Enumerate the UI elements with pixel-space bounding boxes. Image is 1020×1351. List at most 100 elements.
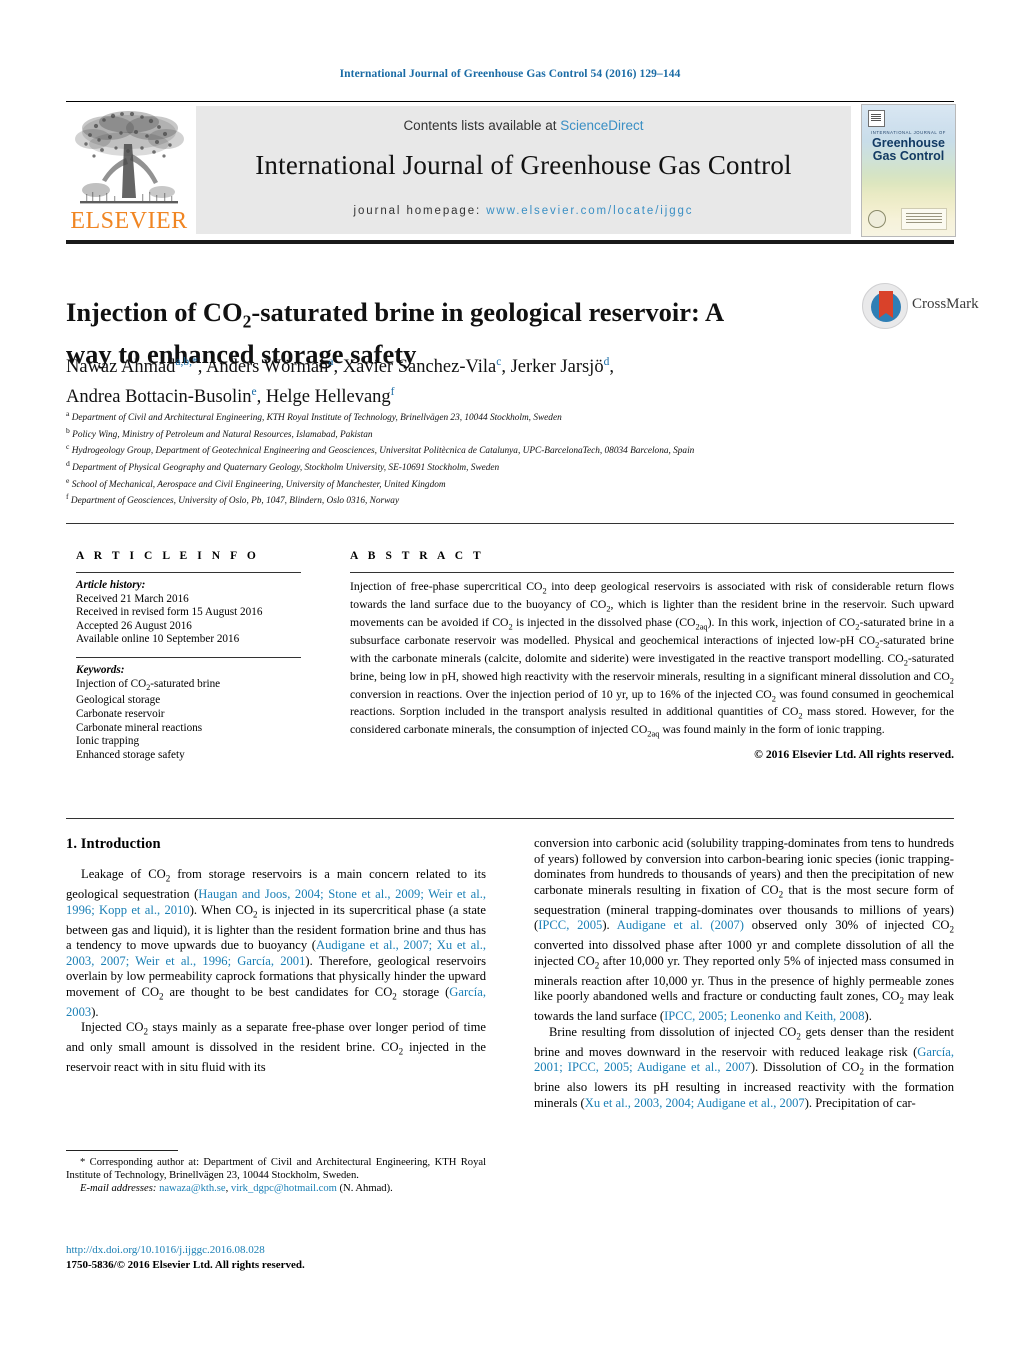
keyword-3: Carbonate mineral reactions <box>76 721 203 734</box>
cover-elsevier-mark-icon <box>868 110 885 127</box>
affiliation-list: a Department of Civil and Architectural … <box>66 408 866 508</box>
affiliation-d-mark: d <box>66 459 70 469</box>
author-3-name: Jerker Jarsjö <box>510 357 604 378</box>
info-band-bottom-rule <box>66 818 954 819</box>
affiliation-f: f Department of Geosciences, University … <box>66 491 866 508</box>
article-info-rule <box>76 572 301 573</box>
history-item-3: Available online 10 September 2016 <box>76 633 240 646</box>
affiliation-b: b Policy Wing, Ministry of Petroleum and… <box>66 425 866 442</box>
body-left-column: 1. Introduction Leakage of CO2 from stor… <box>66 836 486 1076</box>
author-2-name: Xavier Sanchez-Vila <box>342 357 497 378</box>
crossmark-circle-icon <box>862 283 908 329</box>
keyword-1: Geological storage <box>76 694 161 707</box>
author-4: Andrea Bottacin-Busoline <box>66 386 257 408</box>
article-info-column: A R T I C L E I N F O Article history: R… <box>76 550 301 762</box>
affiliation-c: c Hydrogeology Group, Department of Geot… <box>66 441 866 458</box>
citation-link[interactable]: Audigane et al., 2007; Xu et al., 2003, … <box>66 938 486 968</box>
author-4-name: Andrea Bottacin-Busolin <box>66 387 252 408</box>
doi-link[interactable]: http://dx.doi.org/10.1016/j.ijggc.2016.0… <box>66 1243 506 1258</box>
body-paragraph-right-0: conversion into carbonic acid (solubilit… <box>534 836 955 1024</box>
footnote-rule <box>66 1150 178 1151</box>
title-part-1: Injection of CO <box>66 296 243 327</box>
keyword-4: Ionic trapping <box>76 735 140 748</box>
affiliation-f-mark: f <box>66 492 69 502</box>
email-link-1[interactable]: nawaza@kth.se <box>159 1183 226 1194</box>
body-paragraph-left-1: Injected CO2 stays mainly as a separate … <box>66 1020 486 1075</box>
crossmark-badge[interactable]: CrossMark <box>862 283 979 345</box>
article-history-label: Article history: <box>76 579 146 591</box>
citation-link[interactable]: IPCC, 2005 <box>538 918 602 932</box>
abstract-heading: A B S T R A C T <box>350 550 485 562</box>
author-5-marks: f <box>390 386 395 399</box>
journal-homepage-line: journal homepage: www.elsevier.com/locat… <box>196 205 851 217</box>
article-history-block: Article history: Received 21 March 2016 … <box>76 579 301 647</box>
affiliation-e: e School of Mechanical, Aerospace and Ci… <box>66 475 866 492</box>
sciencedirect-link[interactable]: ScienceDirect <box>560 118 643 133</box>
keyword-5: Enhanced storage safety <box>76 748 185 761</box>
author-1-name: Anders Wörman <box>205 357 329 378</box>
footnote-corresponding-text: Corresponding author at: Department of C… <box>66 1157 487 1182</box>
corresponding-author-footnote: * Corresponding author at: Department of… <box>66 1150 486 1196</box>
citation-link[interactable]: Haugan and Joos, 2004; Stone et al., 200… <box>66 887 486 917</box>
keyword-2: Carbonate reservoir <box>76 707 165 720</box>
body-paragraph-right-1: Brine resulting from dissolution of inje… <box>534 1024 954 1110</box>
affiliation-b-mark: b <box>66 425 70 435</box>
author-3: Jerker Jarsjöd <box>510 356 610 378</box>
section-heading-introduction: 1. Introduction <box>66 836 161 852</box>
cover-publisher-logo-icon <box>901 208 947 230</box>
contents-prefix: Contents lists available at <box>403 118 561 133</box>
affiliation-c-mark: c <box>66 442 70 452</box>
citation-link[interactable]: Audigane et al. (2007) <box>617 918 744 932</box>
cover-kicker: INTERNATIONAL JOURNAL OF <box>871 130 946 135</box>
contents-available-line: Contents lists available at ScienceDirec… <box>196 118 851 133</box>
author-0-marks: a,b,* <box>175 356 198 368</box>
affiliation-d: d Department of Physical Geography and Q… <box>66 458 866 475</box>
affiliation-a-text: Department of Civil and Architectural En… <box>71 413 562 424</box>
citation-link[interactable]: Xu et al., 2003, 2004; Audigane et al., … <box>585 1096 805 1110</box>
cover-journal-name: Greenhouse Gas Control <box>862 137 955 163</box>
author-2: Xavier Sanchez-Vilac <box>342 356 502 378</box>
author-1: Anders Wörmana <box>205 356 334 378</box>
citation-link[interactable]: IPCC, 2005; Leonenko and Keith, 2008 <box>664 1009 864 1023</box>
history-item-2: Accepted 26 August 2016 <box>76 619 192 632</box>
issn-copyright-line: 1750-5836/© 2016 Elsevier Ltd. All right… <box>66 1258 305 1271</box>
history-item-1: Received in revised form 15 August 2016 <box>76 606 263 619</box>
email-suffix: (N. Ahmad). <box>339 1183 393 1195</box>
crossmark-bookmark-icon <box>879 291 893 318</box>
affiliation-c-text: Hydrogeology Group, Department of Geotec… <box>71 446 695 457</box>
affiliation-d-text: Department of Physical Geography and Qua… <box>72 463 500 474</box>
author-0-name: Nawaz Ahmad <box>66 357 176 378</box>
running-head: International Journal of Greenhouse Gas … <box>339 68 681 80</box>
affiliation-e-mark: e <box>66 475 70 485</box>
affiliation-f-text: Department of Geosciences, University of… <box>70 496 400 507</box>
homepage-url-link[interactable]: www.elsevier.com/locate/ijggc <box>486 205 693 217</box>
citation-link[interactable]: García, 2001; IPCC, 2005; Audigane et al… <box>534 1045 954 1075</box>
email-label: E-mail addresses: <box>80 1183 157 1195</box>
citation-link[interactable]: García, 2003 <box>66 985 486 1019</box>
affiliation-a-mark: a <box>66 409 70 418</box>
abstract-text: Injection of free-phase supercritical CO… <box>350 580 955 739</box>
keywords-block: Keywords: Injection of CO2-saturated bri… <box>76 664 301 762</box>
author-2-marks: c <box>496 356 502 368</box>
author-5-name: Helge Hellevang <box>265 387 391 408</box>
footnote-text: * Corresponding author at: Department of… <box>66 1156 486 1182</box>
affiliation-a: a Department of Civil and Architectural … <box>66 408 866 425</box>
elsevier-logo: ELSEVIER <box>66 106 192 234</box>
info-band-top-rule <box>66 523 954 524</box>
body-paragraph-left-0: Leakage of CO2 from storage reservoirs i… <box>66 867 487 1019</box>
crossmark-label: CrossMark <box>912 296 979 312</box>
keywords-label: Keywords: <box>76 663 125 676</box>
journal-masthead: ELSEVIER Contents lists available at Sci… <box>66 104 956 237</box>
abstract-column: A B S T R A C T Injection of free-phase … <box>350 550 954 761</box>
footnote-email-line: E-mail addresses: nawaza@kth.se, virk_dg… <box>80 1183 393 1195</box>
email-link-2[interactable]: virk_dgpc@hotmail.com <box>231 1183 337 1194</box>
author-0: Nawaz Ahmada,b,* <box>66 356 198 378</box>
keywords-rule <box>76 656 301 658</box>
cover-seal-icon <box>868 210 886 228</box>
body-right-column: conversion into carbonic acid (solubilit… <box>534 836 954 1111</box>
history-item-0: Received 21 March 2016 <box>76 592 189 605</box>
footnote-star: * <box>80 1157 86 1168</box>
masthead-bottom-rule <box>66 240 954 244</box>
author-list: Nawaz Ahmada,b,*, Anders Wörmana, Xavier… <box>66 356 614 408</box>
homepage-label: journal homepage: <box>353 205 482 217</box>
